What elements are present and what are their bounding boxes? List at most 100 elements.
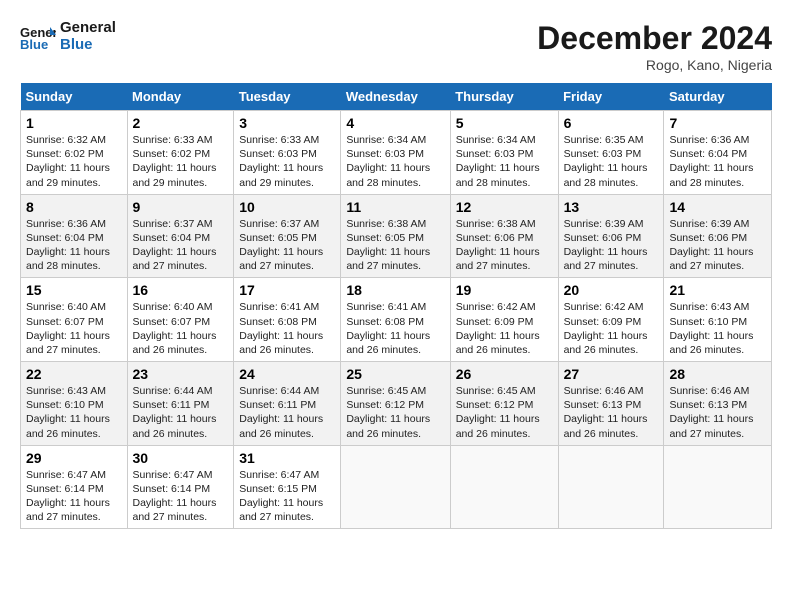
day-info: Sunrise: 6:42 AM Sunset: 6:09 PM Dayligh… — [456, 300, 553, 357]
calendar-cell: 16 Sunrise: 6:40 AM Sunset: 6:07 PM Dayli… — [127, 278, 234, 362]
header-saturday: Saturday — [664, 83, 772, 111]
day-number: 22 — [26, 366, 122, 382]
calendar-cell: 11 Sunrise: 6:38 AM Sunset: 6:05 PM Dayli… — [341, 194, 450, 278]
day-number: 26 — [456, 366, 553, 382]
day-number: 23 — [133, 366, 229, 382]
day-info: Sunrise: 6:36 AM Sunset: 6:04 PM Dayligh… — [26, 217, 122, 274]
header-thursday: Thursday — [450, 83, 558, 111]
day-number: 31 — [239, 450, 335, 466]
day-info: Sunrise: 6:33 AM Sunset: 6:03 PM Dayligh… — [239, 133, 335, 190]
page-header: General Blue General Blue December 2024 … — [20, 20, 772, 73]
logo-general: General — [60, 19, 116, 36]
day-number: 16 — [133, 282, 229, 298]
calendar-cell: 5 Sunrise: 6:34 AM Sunset: 6:03 PM Daylig… — [450, 111, 558, 195]
calendar-cell — [450, 445, 558, 529]
week-row-2: 8 Sunrise: 6:36 AM Sunset: 6:04 PM Daylig… — [21, 194, 772, 278]
calendar-cell: 31 Sunrise: 6:47 AM Sunset: 6:15 PM Dayli… — [234, 445, 341, 529]
calendar-cell — [341, 445, 450, 529]
month-title: December 2024 — [537, 20, 772, 57]
calendar-cell: 6Sunrise: 6:35 AM Sunset: 6:03 PM Daylig… — [558, 111, 664, 195]
calendar-cell: 21Sunrise: 6:43 AM Sunset: 6:10 PM Dayli… — [664, 278, 772, 362]
header-sunday: Sunday — [21, 83, 128, 111]
day-info: Sunrise: 6:43 AM Sunset: 6:10 PM Dayligh… — [26, 384, 122, 441]
calendar-cell — [558, 445, 664, 529]
day-info: Sunrise: 6:45 AM Sunset: 6:12 PM Dayligh… — [456, 384, 553, 441]
calendar-cell: 13 Sunrise: 6:39 AM Sunset: 6:06 PM Dayli… — [558, 194, 664, 278]
calendar-cell: 29 Sunrise: 6:47 AM Sunset: 6:14 PM Dayli… — [21, 445, 128, 529]
logo-blue: Blue — [60, 36, 93, 53]
day-info: Sunrise: 6:36 AM Sunset: 6:04 PM Dayligh… — [669, 133, 766, 190]
day-info: Sunrise: 6:45 AM Sunset: 6:12 PM Dayligh… — [346, 384, 444, 441]
day-info: Sunrise: 6:46 AM Sunset: 6:13 PM Dayligh… — [669, 384, 766, 441]
day-info: Sunrise: 6:42 AM Sunset: 6:09 PM Dayligh… — [564, 300, 659, 357]
day-info: Sunrise: 6:39 AM Sunset: 6:06 PM Dayligh… — [669, 217, 766, 274]
day-info: Sunrise: 6:39 AM Sunset: 6:06 PM Dayligh… — [564, 217, 659, 274]
calendar-cell: 10 Sunrise: 6:37 AM Sunset: 6:05 PM Dayli… — [234, 194, 341, 278]
day-info: Sunrise: 6:47 AM Sunset: 6:15 PM Dayligh… — [239, 468, 335, 525]
calendar-cell: 28Sunrise: 6:46 AM Sunset: 6:13 PM Dayli… — [664, 362, 772, 446]
calendar-cell: 9 Sunrise: 6:37 AM Sunset: 6:04 PM Daylig… — [127, 194, 234, 278]
day-number: 13 — [564, 199, 659, 215]
day-number: 11 — [346, 199, 444, 215]
calendar-cell: 20Sunrise: 6:42 AM Sunset: 6:09 PM Dayli… — [558, 278, 664, 362]
header-wednesday: Wednesday — [341, 83, 450, 111]
day-info: Sunrise: 6:38 AM Sunset: 6:06 PM Dayligh… — [456, 217, 553, 274]
calendar-header-row: SundayMondayTuesdayWednesdayThursdayFrid… — [21, 83, 772, 111]
location: Rogo, Kano, Nigeria — [537, 57, 772, 73]
day-info: Sunrise: 6:38 AM Sunset: 6:05 PM Dayligh… — [346, 217, 444, 274]
day-info: Sunrise: 6:34 AM Sunset: 6:03 PM Dayligh… — [346, 133, 444, 190]
day-number: 27 — [564, 366, 659, 382]
day-number: 19 — [456, 282, 553, 298]
day-info: Sunrise: 6:40 AM Sunset: 6:07 PM Dayligh… — [133, 300, 229, 357]
week-row-3: 15 Sunrise: 6:40 AM Sunset: 6:07 PM Dayli… — [21, 278, 772, 362]
calendar-cell: 19 Sunrise: 6:42 AM Sunset: 6:09 PM Dayli… — [450, 278, 558, 362]
week-row-4: 22 Sunrise: 6:43 AM Sunset: 6:10 PM Dayli… — [21, 362, 772, 446]
day-number: 2 — [133, 115, 229, 131]
day-number: 8 — [26, 199, 122, 215]
day-info: Sunrise: 6:40 AM Sunset: 6:07 PM Dayligh… — [26, 300, 122, 357]
logo-icon: General Blue — [20, 23, 56, 51]
day-number: 5 — [456, 115, 553, 131]
calendar-cell: 15 Sunrise: 6:40 AM Sunset: 6:07 PM Dayli… — [21, 278, 128, 362]
header-tuesday: Tuesday — [234, 83, 341, 111]
week-row-5: 29 Sunrise: 6:47 AM Sunset: 6:14 PM Dayli… — [21, 445, 772, 529]
svg-text:Blue: Blue — [20, 37, 48, 51]
calendar-cell: 8 Sunrise: 6:36 AM Sunset: 6:04 PM Daylig… — [21, 194, 128, 278]
day-number: 10 — [239, 199, 335, 215]
calendar-cell: 14Sunrise: 6:39 AM Sunset: 6:06 PM Dayli… — [664, 194, 772, 278]
day-number: 1 — [26, 115, 122, 131]
calendar-cell: 26 Sunrise: 6:45 AM Sunset: 6:12 PM Dayli… — [450, 362, 558, 446]
calendar-cell: 12Sunrise: 6:38 AM Sunset: 6:06 PM Dayli… — [450, 194, 558, 278]
day-number: 18 — [346, 282, 444, 298]
day-info: Sunrise: 6:41 AM Sunset: 6:08 PM Dayligh… — [346, 300, 444, 357]
calendar-cell — [664, 445, 772, 529]
logo: General Blue General Blue — [20, 20, 116, 53]
week-row-1: 1 Sunrise: 6:32 AM Sunset: 6:02 PM Daylig… — [21, 111, 772, 195]
calendar-table: SundayMondayTuesdayWednesdayThursdayFrid… — [20, 83, 772, 529]
day-info: Sunrise: 6:37 AM Sunset: 6:05 PM Dayligh… — [239, 217, 335, 274]
calendar-cell: 18 Sunrise: 6:41 AM Sunset: 6:08 PM Dayli… — [341, 278, 450, 362]
calendar-cell: 2 Sunrise: 6:33 AM Sunset: 6:02 PM Daylig… — [127, 111, 234, 195]
day-number: 9 — [133, 199, 229, 215]
calendar-cell: 1 Sunrise: 6:32 AM Sunset: 6:02 PM Daylig… — [21, 111, 128, 195]
day-info: Sunrise: 6:44 AM Sunset: 6:11 PM Dayligh… — [133, 384, 229, 441]
calendar-cell: 23 Sunrise: 6:44 AM Sunset: 6:11 PM Dayli… — [127, 362, 234, 446]
day-info: Sunrise: 6:33 AM Sunset: 6:02 PM Dayligh… — [133, 133, 229, 190]
calendar-cell: 25Sunrise: 6:45 AM Sunset: 6:12 PM Dayli… — [341, 362, 450, 446]
day-info: Sunrise: 6:47 AM Sunset: 6:14 PM Dayligh… — [133, 468, 229, 525]
day-info: Sunrise: 6:35 AM Sunset: 6:03 PM Dayligh… — [564, 133, 659, 190]
day-info: Sunrise: 6:34 AM Sunset: 6:03 PM Dayligh… — [456, 133, 553, 190]
day-number: 30 — [133, 450, 229, 466]
day-number: 29 — [26, 450, 122, 466]
day-info: Sunrise: 6:32 AM Sunset: 6:02 PM Dayligh… — [26, 133, 122, 190]
day-info: Sunrise: 6:47 AM Sunset: 6:14 PM Dayligh… — [26, 468, 122, 525]
day-info: Sunrise: 6:37 AM Sunset: 6:04 PM Dayligh… — [133, 217, 229, 274]
day-number: 4 — [346, 115, 444, 131]
calendar-cell: 17Sunrise: 6:41 AM Sunset: 6:08 PM Dayli… — [234, 278, 341, 362]
day-info: Sunrise: 6:43 AM Sunset: 6:10 PM Dayligh… — [669, 300, 766, 357]
calendar-cell: 27Sunrise: 6:46 AM Sunset: 6:13 PM Dayli… — [558, 362, 664, 446]
day-number: 3 — [239, 115, 335, 131]
day-number: 15 — [26, 282, 122, 298]
calendar-cell: 30 Sunrise: 6:47 AM Sunset: 6:14 PM Dayli… — [127, 445, 234, 529]
calendar-cell: 7Sunrise: 6:36 AM Sunset: 6:04 PM Daylig… — [664, 111, 772, 195]
